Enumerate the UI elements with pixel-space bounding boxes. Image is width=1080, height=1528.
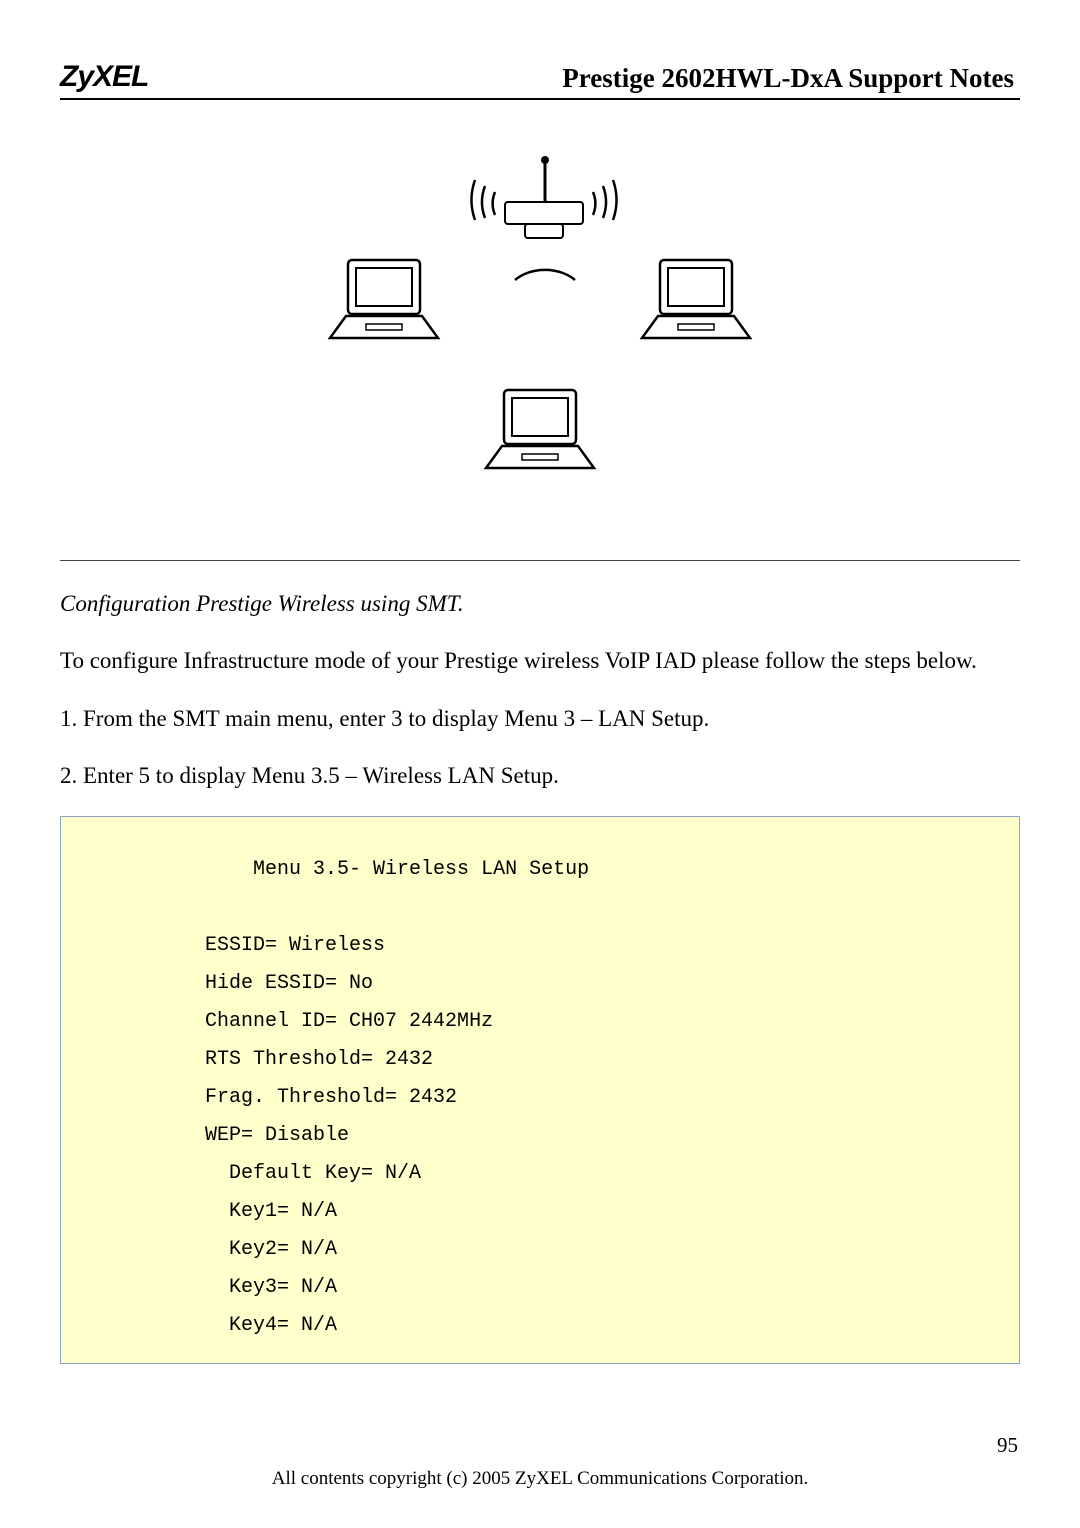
diagram-svg (300, 150, 780, 490)
terminal-output: Menu 3.5- Wireless LAN Setup ESSID= Wire… (60, 816, 1020, 1364)
copyright-footer: All contents copyright (c) 2005 ZyXEL Co… (0, 1468, 1080, 1490)
laptop-right-icon (642, 260, 750, 338)
section-divider (60, 560, 1020, 561)
page-header: ZyXEL Prestige 2602HWL-DxA Support Notes (60, 60, 1020, 100)
router-icon (472, 156, 617, 280)
step-1: 1. From the SMT main menu, enter 3 to di… (60, 701, 1020, 737)
laptop-bottom-icon (486, 390, 594, 468)
logo: ZyXEL (60, 60, 148, 94)
section-heading: Configuration Prestige Wireless using SM… (60, 591, 1020, 617)
wireless-network-diagram (60, 150, 1020, 490)
document-title: Prestige 2602HWL-DxA Support Notes (562, 63, 1020, 94)
laptop-left-icon (330, 260, 438, 338)
page-number: 95 (997, 1433, 1018, 1458)
step-2: 2. Enter 5 to display Menu 3.5 – Wireles… (60, 758, 1020, 794)
intro-paragraph: To configure Infrastructure mode of your… (60, 643, 1020, 679)
